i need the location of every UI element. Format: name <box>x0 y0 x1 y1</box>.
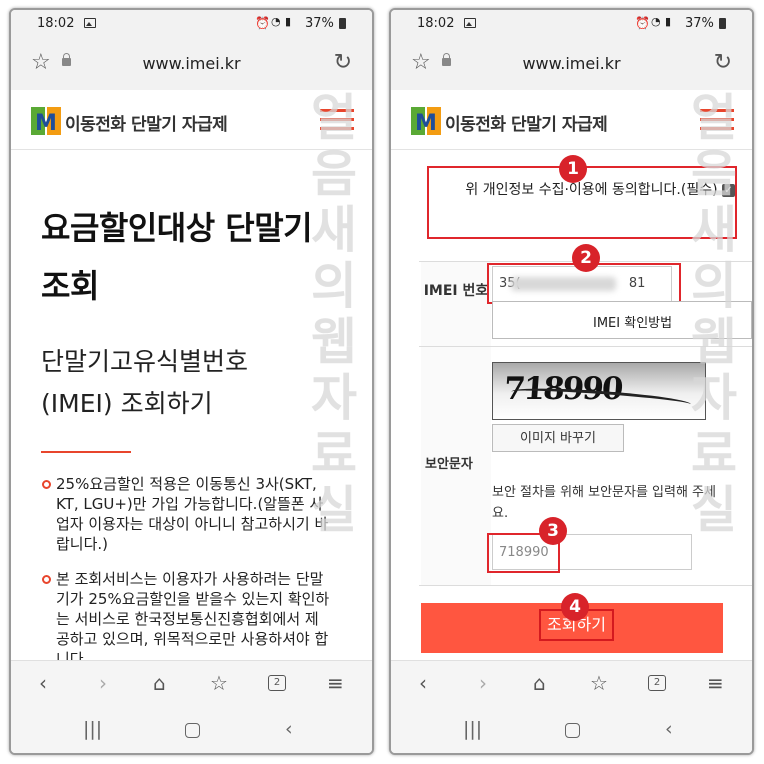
alarm-icon: ⏰ <box>635 16 650 30</box>
back-icon[interactable]: ‹ <box>39 671 47 695</box>
hamburger-menu-icon[interactable] <box>700 109 734 131</box>
logo-text[interactable]: 이동전화 단말기 자급제 <box>445 110 608 135</box>
logo-icon[interactable]: M <box>31 107 61 135</box>
logo-icon[interactable]: M <box>411 107 441 135</box>
status-bar: 18:02 ⏰ ◔ ▮ 37% <box>11 10 372 38</box>
info-paragraph: 본 조회서비스는 이용자가 사용하려는 단말기가 25%요금할인을 받을수 있는… <box>42 569 332 660</box>
step-badge-1: 1 <box>559 155 587 183</box>
recents-icon[interactable]: ||| <box>463 718 482 740</box>
menu-icon[interactable]: ≡ <box>327 671 344 695</box>
imei-help-button[interactable]: IMEI 확인방법 <box>492 301 752 339</box>
signal-icon: ▮ <box>665 15 672 28</box>
alarm-icon: ⏰ <box>255 16 270 30</box>
phone-screenshot-left: 18:02 ⏰ ◔ ▮ 37% ☆ www.imei.kr ↻ M 이동전화 단… <box>9 8 374 755</box>
battery-percent: 37% <box>305 16 334 31</box>
browser-bottom-nav: ‹ › ⌂ ☆ 2 ≡ <box>11 660 372 708</box>
agree-label: 위 개인정보 수집·이용에 동의합니다.(필수) <box>465 182 718 198</box>
reload-icon[interactable]: ↻ <box>334 50 352 75</box>
divider <box>41 451 131 453</box>
logo-text[interactable]: 이동전화 단말기 자급제 <box>65 110 228 135</box>
system-back-icon[interactable]: ‹ <box>665 718 673 740</box>
security-label: 보안문자 <box>425 457 473 472</box>
captcha-refresh-button[interactable]: 이미지 바꾸기 <box>492 424 624 452</box>
back-icon[interactable]: ‹ <box>419 671 427 695</box>
url-text[interactable]: www.imei.kr <box>391 54 752 73</box>
agree-checkbox[interactable]: ✓ <box>722 183 735 197</box>
page-subtitle: 단말기고유식별번호 (IMEI) 조회하기 <box>41 347 249 418</box>
browser-address-bar: ☆ www.imei.kr ↻ <box>391 38 752 90</box>
page-content: 요금할인대상 단말기 조회 단말기고유식별번호 (IMEI) 조회하기 25%요… <box>11 151 372 660</box>
security-help-text: 보안 절차를 위해 보안문자를 입력해 주세요. <box>492 485 716 521</box>
signal-icon: ▮ <box>285 15 292 28</box>
step-badge-3: 3 <box>539 517 567 545</box>
home-button-icon[interactable] <box>185 723 200 738</box>
form-divider <box>419 585 752 586</box>
step-badge-4: 4 <box>561 593 589 621</box>
menu-icon[interactable]: ≡ <box>707 671 724 695</box>
url-text[interactable]: www.imei.kr <box>11 54 372 73</box>
agree-consent[interactable]: 위 개인정보 수집·이용에 동의합니다.(필수) ✓ <box>435 178 735 203</box>
browser-bottom-nav: ‹ › ⌂ ☆ 2 ≡ <box>391 660 752 708</box>
bullet-icon <box>42 575 51 584</box>
system-nav-bar: ||| ‹ <box>391 708 752 753</box>
page-title: 요금할인대상 단말기 조회 <box>41 209 313 305</box>
forward-icon[interactable]: › <box>99 671 107 695</box>
status-bar: 18:02 ⏰ ◔ ▮ 37% <box>391 10 752 38</box>
hamburger-menu-icon[interactable] <box>320 109 354 131</box>
gallery-notification-icon <box>464 18 476 28</box>
wifi-icon: ◔ <box>271 15 281 28</box>
bullet-icon <box>42 480 51 489</box>
tabs-icon[interactable]: 2 <box>648 675 666 691</box>
captcha-image: 718990 <box>492 362 706 420</box>
tabs-icon[interactable]: 2 <box>268 675 286 691</box>
home-icon[interactable]: ⌂ <box>153 671 166 695</box>
home-icon[interactable]: ⌂ <box>533 671 546 695</box>
info-paragraph: 25%요금할인 적용은 이동통신 3사(SKT, KT, LGU+)만 가입 가… <box>42 474 332 554</box>
bookmarks-icon[interactable]: ☆ <box>590 671 608 695</box>
forward-icon[interactable]: › <box>479 671 487 695</box>
imei-form: 위 개인정보 수집·이용에 동의합니다.(필수) ✓ 1 IMEI 번호 35(… <box>391 151 752 660</box>
info-paragraph-text: 25%요금할인 적용은 이동통신 3사(SKT, KT, LGU+)만 가입 가… <box>56 475 329 553</box>
recents-icon[interactable]: ||| <box>83 718 102 740</box>
browser-address-bar: ☆ www.imei.kr ↻ <box>11 38 372 90</box>
site-header: M 이동전화 단말기 자급제 <box>391 90 752 150</box>
home-button-icon[interactable] <box>565 723 580 738</box>
battery-percent: 37% <box>685 16 714 31</box>
battery-icon <box>339 18 346 29</box>
imei-label: IMEI 번호 <box>423 283 489 299</box>
bookmarks-icon[interactable]: ☆ <box>210 671 228 695</box>
status-time: 18:02 <box>37 16 75 31</box>
label-column-bg <box>421 262 491 346</box>
system-nav-bar: ||| ‹ <box>11 708 372 753</box>
step-badge-2: 2 <box>572 244 600 272</box>
system-back-icon[interactable]: ‹ <box>285 718 293 740</box>
wifi-icon: ◔ <box>651 15 661 28</box>
battery-icon <box>719 18 726 29</box>
phone-screenshot-right: 18:02 ⏰ ◔ ▮ 37% ☆ www.imei.kr ↻ M 이동전화 단… <box>389 8 754 755</box>
reload-icon[interactable]: ↻ <box>714 50 732 75</box>
status-time: 18:02 <box>417 16 455 31</box>
gallery-notification-icon <box>84 18 96 28</box>
info-paragraph-text: 본 조회서비스는 이용자가 사용하려는 단말기가 25%요금할인을 받을수 있는… <box>56 570 330 660</box>
site-header: M 이동전화 단말기 자급제 <box>11 90 372 150</box>
